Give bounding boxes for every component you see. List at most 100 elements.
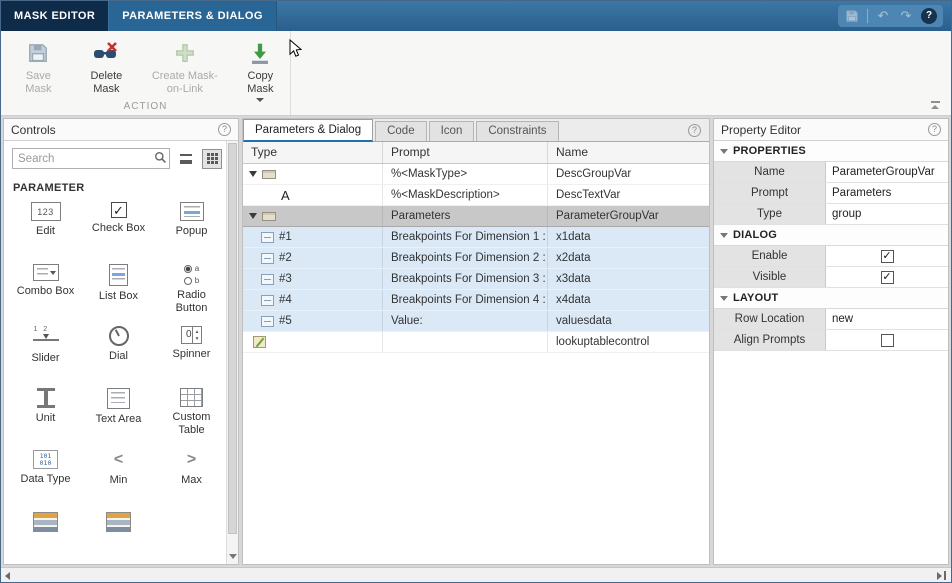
control-item-dial[interactable]: Dial <box>82 326 155 378</box>
delete-mask-button[interactable]: Delete Mask <box>74 36 139 102</box>
control-item-spinner[interactable]: Spinner <box>155 326 228 378</box>
edit-field-icon <box>261 232 274 243</box>
prompt-cell: %<MaskType> <box>383 164 548 184</box>
scroll-right-icon[interactable] <box>937 572 942 580</box>
property-label: Type <box>714 204 826 224</box>
name-cell: x1data <box>548 227 709 247</box>
property-value-visible <box>826 267 948 287</box>
property-value-prompt[interactable]: Parameters <box>826 183 948 203</box>
list-view-button[interactable] <box>176 149 196 169</box>
control-item-popup[interactable]: Popup <box>155 202 228 254</box>
mask-editor-window: MASK EDITOR PARAMETERS & DIALOG ? Save M… <box>0 0 952 583</box>
control-item-radio-button[interactable]: Radio Button <box>155 264 228 316</box>
help-button[interactable]: ? <box>921 8 937 24</box>
section-dialog[interactable]: DIALOG <box>714 225 948 246</box>
titlebar-tab-parameters-dialog[interactable]: PARAMETERS & DIALOG <box>108 1 277 31</box>
type-cell: #1 <box>243 227 383 247</box>
property-value-enable <box>826 246 948 266</box>
undo-icon[interactable] <box>875 8 891 24</box>
editor-help-icon[interactable] <box>688 124 701 137</box>
control-item-container-1[interactable] <box>9 512 82 564</box>
property-label: Prompt <box>714 183 826 203</box>
collapse-bar-icon <box>931 101 940 103</box>
row-index-label: #1 <box>279 231 292 243</box>
control-item-unit[interactable]: Unit <box>9 388 82 440</box>
search-input[interactable] <box>12 148 170 169</box>
collapse-ribbon-button[interactable] <box>928 101 942 109</box>
editor-tabs: Parameters & Dialog Code Icon Constraint… <box>243 119 709 142</box>
section-label: DIALOG <box>733 229 777 241</box>
control-item-max[interactable]: Max <box>155 450 228 502</box>
titlebar-tab-mask-editor[interactable]: MASK EDITOR <box>1 1 108 31</box>
control-item-label: List Box <box>99 290 138 303</box>
copy-mask-button[interactable]: Copy Mask <box>231 36 290 102</box>
save-icon[interactable] <box>844 8 860 24</box>
dial-control-icon <box>109 326 129 346</box>
table-row-desc-group[interactable]: %<MaskType> DescGroupVar <box>243 164 709 185</box>
control-item-slider[interactable]: Slider <box>9 326 82 378</box>
control-item-edit[interactable]: Edit <box>9 202 82 254</box>
table-row-x1data[interactable]: #1 Breakpoints For Dimension 1 : x1data <box>243 227 709 248</box>
name-cell: lookuptablecontrol <box>548 332 709 352</box>
min-control-icon <box>109 450 129 470</box>
control-item-combo-box[interactable]: Combo Box <box>9 264 82 316</box>
edit-field-icon <box>261 316 274 327</box>
tab-code[interactable]: Code <box>375 121 427 141</box>
enable-checkbox[interactable] <box>881 250 894 263</box>
prompt-cell: Breakpoints For Dimension 1 : <box>383 227 548 247</box>
text-area-control-icon <box>107 388 130 409</box>
tab-icon[interactable]: Icon <box>429 121 475 141</box>
property-row-prompt: Prompt Parameters <box>714 183 948 204</box>
control-item-label: Radio Button <box>161 289 223 314</box>
table-row-x4data[interactable]: #4 Breakpoints For Dimension 4 : x4data <box>243 290 709 311</box>
property-value-type[interactable]: group <box>826 204 948 224</box>
controls-grid: Edit Check Box Popup Combo Box <box>4 196 238 564</box>
control-item-list-box[interactable]: List Box <box>82 264 155 316</box>
scroll-left-icon[interactable] <box>5 572 10 580</box>
control-item-min[interactable]: Min <box>82 450 155 502</box>
create-mask-on-link-icon <box>174 39 196 67</box>
property-editor-panel: Property Editor PROPERTIES Name Paramete… <box>713 118 949 565</box>
property-value-row-location[interactable]: new <box>826 309 948 329</box>
control-item-text-area[interactable]: Text Area <box>82 388 155 440</box>
control-item-label: Min <box>110 474 128 487</box>
control-item-label: Check Box <box>92 222 145 235</box>
collapse-chevron-up-icon <box>931 105 939 109</box>
radio-button-control-icon <box>180 264 204 285</box>
redo-icon[interactable] <box>898 8 914 24</box>
control-item-custom-table[interactable]: Custom Table <box>155 388 228 440</box>
table-row-desc-text[interactable]: A %<MaskDescription> DescTextVar <box>243 185 709 206</box>
slider-control-icon <box>31 326 61 348</box>
controls-scrollbar[interactable] <box>226 141 238 564</box>
type-cell <box>243 164 383 184</box>
type-cell: #5 <box>243 311 383 331</box>
tab-parameters-and-dialog[interactable]: Parameters & Dialog <box>243 119 373 142</box>
table-row-x2data[interactable]: #2 Breakpoints For Dimension 2 : x2data <box>243 248 709 269</box>
section-properties[interactable]: PROPERTIES <box>714 141 948 162</box>
control-item-container-2[interactable] <box>82 512 155 564</box>
property-value-name[interactable]: ParameterGroupVar <box>826 162 948 182</box>
control-item-data-type[interactable]: Data Type <box>9 450 82 502</box>
grid-view-button[interactable] <box>202 149 222 169</box>
name-cell: ParameterGroupVar <box>548 206 709 226</box>
align-prompts-checkbox[interactable] <box>881 334 894 347</box>
control-item-check-box[interactable]: Check Box <box>82 202 155 254</box>
property-label: Row Location <box>714 309 826 329</box>
expander-down-icon[interactable] <box>249 213 257 219</box>
save-mask-button[interactable]: Save Mask <box>9 36 68 102</box>
property-editor-help-icon[interactable] <box>928 123 941 136</box>
row-index-label: #3 <box>279 273 292 285</box>
tab-constraints[interactable]: Constraints <box>476 121 558 141</box>
table-row-lookuptablecontrol[interactable]: lookuptablecontrol <box>243 332 709 353</box>
table-row-x3data[interactable]: #3 Breakpoints For Dimension 3 : x3data <box>243 269 709 290</box>
table-row-parameters-selected[interactable]: Parameters ParameterGroupVar <box>243 206 709 227</box>
scroll-down-icon[interactable] <box>229 554 237 559</box>
table-row-valuesdata[interactable]: #5 Value: valuesdata <box>243 311 709 332</box>
scrollbar-thumb[interactable] <box>228 143 237 534</box>
container-control-icon <box>33 512 58 532</box>
create-mask-on-link-button[interactable]: Create Mask-on-Link <box>145 36 225 102</box>
visible-checkbox[interactable] <box>881 271 894 284</box>
expander-down-icon[interactable] <box>249 171 257 177</box>
controls-help-icon[interactable] <box>218 123 231 136</box>
section-layout[interactable]: LAYOUT <box>714 288 948 309</box>
